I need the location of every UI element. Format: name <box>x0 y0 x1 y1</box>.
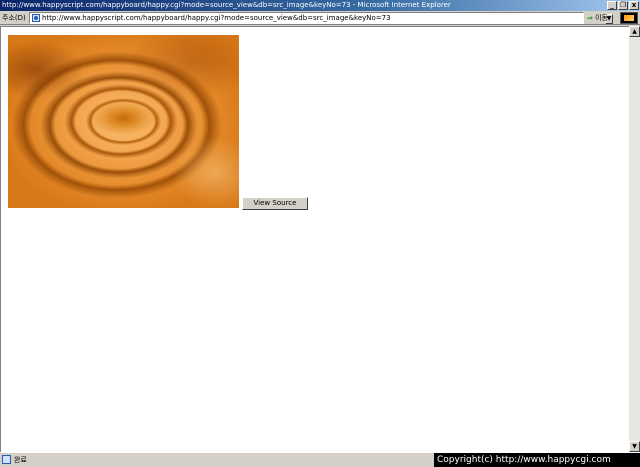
browser-logo-icon <box>620 12 638 24</box>
address-input[interactable]: http://www.happyscript.com/happyboard/ha… <box>29 12 613 24</box>
vertical-scrollbar[interactable]: ▲ ▼ <box>629 26 640 452</box>
view-source-button[interactable]: View Source <box>242 197 308 210</box>
go-label: 이동 <box>595 14 608 22</box>
page-icon <box>32 14 40 22</box>
minimize-button[interactable]: _ <box>607 1 617 10</box>
go-button[interactable]: ⇒ 이동 <box>587 12 613 24</box>
browser-window: http://www.happyscript.com/happyboard/ha… <box>0 0 640 467</box>
rose-image-shading <box>8 35 239 208</box>
status-bar: 완료 Copyright(c) http://www.happycgi.com <box>0 452 640 467</box>
address-label: 주소(D) <box>2 14 26 22</box>
scroll-up-button[interactable]: ▲ <box>629 26 640 37</box>
window-title: http://www.happyscript.com/happyboard/ha… <box>2 1 451 9</box>
address-url: http://www.happyscript.com/happyboard/ha… <box>42 14 391 22</box>
status-text: 완료 <box>14 456 27 464</box>
close-button[interactable]: x <box>629 1 639 10</box>
copyright-banner: Copyright(c) http://www.happycgi.com <box>434 453 640 467</box>
page-content: View Source <box>0 26 629 452</box>
page-done-icon <box>2 455 11 464</box>
go-arrow-icon: ⇒ <box>587 14 593 22</box>
scroll-down-button[interactable]: ▼ <box>629 441 640 452</box>
maximize-button[interactable]: ❐ <box>618 1 628 10</box>
rose-image <box>8 35 239 208</box>
address-bar: 주소(D) http://www.happyscript.com/happybo… <box>0 11 640 25</box>
window-controls: _ ❐ x <box>607 1 639 10</box>
title-bar: http://www.happyscript.com/happyboard/ha… <box>0 0 640 11</box>
